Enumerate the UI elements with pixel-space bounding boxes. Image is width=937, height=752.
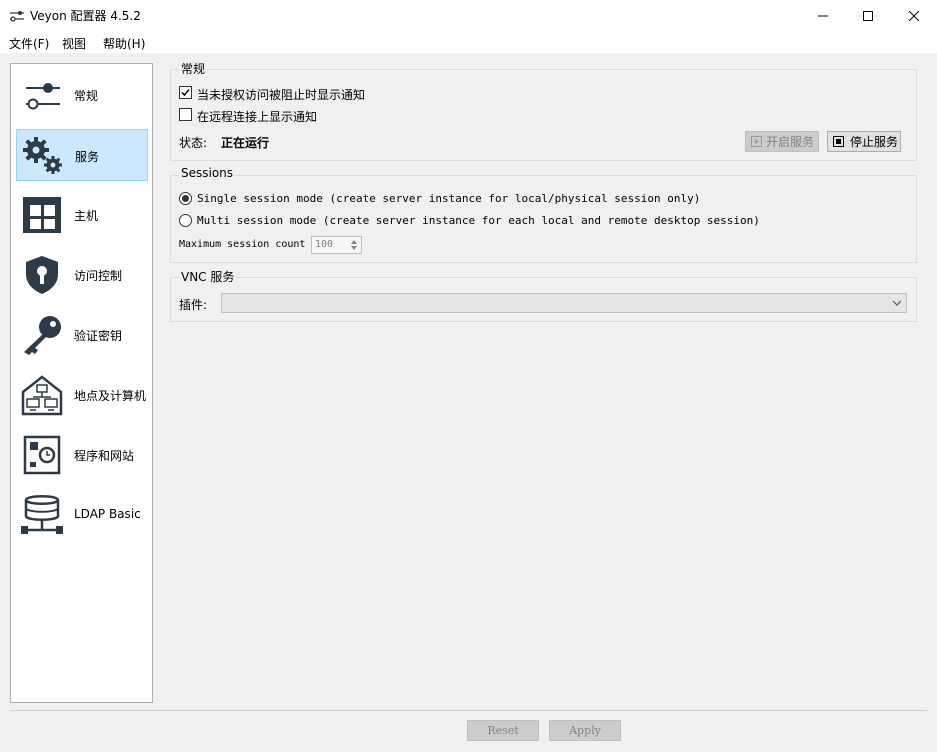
general-group-title: 常规: [179, 60, 208, 77]
close-icon: [909, 10, 919, 21]
single-session-radio[interactable]: [179, 192, 192, 205]
maximize-button[interactable]: [845, 0, 891, 31]
menu-help[interactable]: 帮助(H): [103, 35, 145, 52]
multi-session-radio[interactable]: [179, 214, 192, 227]
menu-file[interactable]: 文件(F): [9, 35, 49, 52]
maximize-icon: [863, 10, 873, 21]
sidebar-item-label: 程序和网站: [74, 449, 135, 463]
stop-service-button[interactable]: 停止服务: [827, 131, 901, 152]
multi-session-label[interactable]: Multi session mode (create server instan…: [197, 214, 760, 227]
sidebar-item-locations[interactable]: 地点及计算机: [16, 369, 148, 421]
footer-divider: [10, 710, 927, 711]
status-value: 正在运行: [221, 136, 270, 150]
chevron-down-icon: [892, 300, 902, 306]
sessions-group-title: Sessions: [179, 166, 236, 180]
title-bar: Veyon 配置器 4.5.2: [0, 0, 937, 31]
notify-remote-checkbox[interactable]: [179, 108, 192, 121]
sidebar-item-label: 验证密钥: [74, 329, 123, 343]
stop-icon: [833, 136, 844, 147]
sidebar-item-label: 地点及计算机: [74, 389, 147, 403]
single-session-label[interactable]: Single session mode (create server insta…: [197, 192, 700, 205]
shield-lock-icon: [26, 256, 58, 294]
windows-grid-icon: [23, 197, 61, 233]
play-icon: [751, 136, 762, 147]
minimize-button[interactable]: [800, 0, 846, 31]
gears-icon: [23, 137, 62, 174]
sidebar-item-label: 主机: [74, 209, 99, 223]
apply-button[interactable]: Apply: [549, 720, 621, 741]
notify-remote-label[interactable]: 在远程连接上显示通知: [197, 108, 317, 125]
start-service-button[interactable]: 开启服务: [745, 131, 819, 152]
max-session-count-label: Maximum session count: [179, 239, 306, 250]
program-clock-icon: [23, 435, 61, 475]
key-icon: [24, 316, 61, 355]
database-network-icon: [21, 495, 63, 534]
sidebar-item-label: 访问控制: [74, 269, 123, 283]
spin-arrows-icon: [351, 240, 357, 250]
menu-bar: 文件(F) 视图 帮助(H): [0, 31, 937, 53]
sidebar-item-general[interactable]: 常规: [16, 69, 148, 121]
sidebar-item-label: 常规: [74, 89, 99, 103]
sidebar-item-access-control[interactable]: 访问控制: [16, 249, 148, 301]
plugin-select[interactable]: [221, 293, 907, 313]
sidebar-item-ldap[interactable]: LDAP Basic: [16, 489, 148, 541]
sidebar-item-hosts[interactable]: 主机: [16, 189, 148, 241]
max-session-count-spinbox[interactable]: 100: [311, 236, 362, 254]
stop-service-label: 停止服务: [850, 135, 899, 149]
house-network-icon: [21, 375, 63, 416]
max-session-count-value: 100: [315, 239, 334, 250]
sidebar-item-auth-keys[interactable]: 验证密钥: [16, 309, 148, 361]
check-icon: [181, 89, 190, 97]
status-label: 状态:: [179, 136, 208, 150]
sidebar: 常规 服务 主机 访问控制 验证密钥 地点及计算机 程序和网站 LDAP Bas…: [10, 63, 153, 703]
reset-button[interactable]: Reset: [467, 720, 539, 741]
sidebar-item-service[interactable]: 服务: [16, 129, 148, 181]
notify-denied-checkbox[interactable]: [179, 86, 192, 99]
vnc-group-title: VNC 服务: [179, 268, 237, 285]
sliders-icon: [26, 83, 60, 110]
menu-view[interactable]: 视图: [62, 35, 86, 52]
sidebar-item-label: 服务: [75, 150, 100, 164]
plugin-label: 插件:: [179, 298, 208, 312]
start-service-label: 开启服务: [766, 135, 815, 149]
close-button[interactable]: [891, 0, 937, 31]
app-icon: [10, 11, 24, 22]
notify-denied-label[interactable]: 当未授权访问被阻止时显示通知: [197, 86, 365, 103]
minimize-icon: [818, 15, 828, 16]
window-title: Veyon 配置器 4.5.2: [30, 9, 141, 23]
sidebar-item-programs[interactable]: 程序和网站: [16, 429, 148, 481]
sidebar-item-label: LDAP Basic: [74, 507, 141, 521]
